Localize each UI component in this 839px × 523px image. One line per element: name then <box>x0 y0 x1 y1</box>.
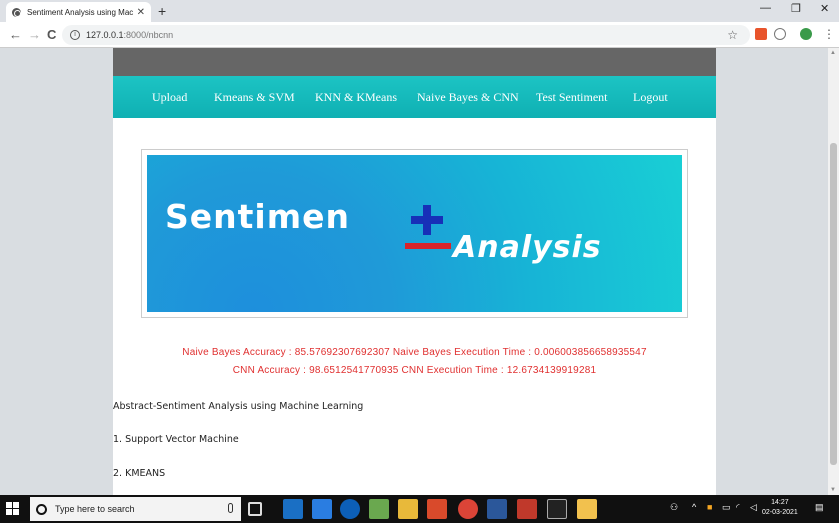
sentiment-analysis-banner: Sentimen Analysis <box>147 155 682 312</box>
banner-word-analysis: Analysis <box>453 230 602 265</box>
windows-start-icon[interactable] <box>6 502 20 516</box>
extension-icon[interactable] <box>774 28 786 40</box>
tray-app-icon[interactable]: ■ <box>707 502 712 512</box>
abstract-text: Abstract-Sentiment Analysis using Machin… <box>113 401 364 412</box>
nav-test-sentiment[interactable]: Test Sentiment <box>536 90 607 105</box>
list-item-kmeans: 2. KMEANS <box>113 468 166 479</box>
microphone-icon[interactable] <box>228 503 233 513</box>
app-icon[interactable] <box>427 499 447 519</box>
plus-sign-icon <box>411 216 443 224</box>
nav-naive-bayes-cnn[interactable]: Naive Bayes & CNN <box>417 90 519 105</box>
url-host: 127.0.0.1 <box>86 30 124 40</box>
minimize-button[interactable]: — <box>760 2 771 14</box>
terminal-icon[interactable] <box>547 499 567 519</box>
page-container: Upload Kmeans & SVM KNN & KMeans Naive B… <box>113 48 716 495</box>
extension-icon[interactable] <box>755 28 767 40</box>
clock-date: 02-03-2021 <box>762 509 798 516</box>
globe-icon <box>12 7 21 17</box>
volume-icon[interactable]: ◁ <box>750 502 757 513</box>
header-band <box>113 48 716 76</box>
scroll-up-arrow-icon[interactable]: ▲ <box>830 50 836 56</box>
notepad-icon[interactable] <box>577 499 597 519</box>
nav-knn-kmeans[interactable]: KNN & KMeans <box>315 90 397 105</box>
url-path: :8000/nbcnn <box>123 30 174 40</box>
browser-titlebar: Sentiment Analysis using Machin ✕ + — ❐ … <box>0 0 839 22</box>
network-icon[interactable]: ◜ <box>736 502 740 513</box>
nav-upload[interactable]: Upload <box>152 90 187 105</box>
profile-avatar-icon[interactable] <box>800 28 812 40</box>
new-tab-button[interactable]: + <box>158 3 166 19</box>
banner-frame: Sentimen Analysis <box>141 149 688 318</box>
info-icon[interactable]: i <box>70 30 80 40</box>
forward-arrow-icon[interactable]: → <box>28 27 41 42</box>
page-viewport: Upload Kmeans & SVM KNN & KMeans Naive B… <box>0 48 828 495</box>
menu-icon[interactable]: ⋮ <box>823 27 835 41</box>
clock-time: 14:27 <box>771 499 789 506</box>
chevron-up-icon[interactable]: ^ <box>692 502 696 512</box>
cortana-icon <box>36 503 47 515</box>
chrome-icon[interactable] <box>458 499 478 519</box>
scroll-down-arrow-icon[interactable]: ▼ <box>830 487 836 493</box>
windows-taskbar: Type here to search ⚇ ^ ■ ▭ ◜ ◁ 14:27 02… <box>0 495 839 523</box>
restore-button[interactable]: ❐ <box>791 2 801 15</box>
address-toolbar: ← → C i 127.0.0.1:8000/nbcnn ☆ ⋮ <box>0 22 839 48</box>
search-placeholder: Type here to search <box>55 504 135 514</box>
nav-kmeans-svm[interactable]: Kmeans & SVM <box>214 90 295 105</box>
minus-sign-icon <box>405 243 451 249</box>
file-explorer-icon[interactable] <box>398 499 418 519</box>
main-nav: Upload Kmeans & SVM KNN & KMeans Naive B… <box>113 76 716 118</box>
url-field[interactable]: i 127.0.0.1:8000/nbcnn ☆ <box>62 25 750 45</box>
browser-tab[interactable]: Sentiment Analysis using Machin ✕ <box>6 2 151 22</box>
list-item-svm: 1. Support Vector Machine <box>113 434 239 445</box>
app-icon[interactable] <box>369 499 389 519</box>
scrollbar-thumb[interactable] <box>830 143 837 465</box>
battery-icon[interactable]: ▭ <box>722 502 731 513</box>
taskbar-search-box[interactable]: Type here to search <box>30 497 241 521</box>
people-icon[interactable]: ⚇ <box>670 502 678 513</box>
system-clock[interactable]: 14:27 02-03-2021 <box>762 498 798 518</box>
naive-bayes-result: Naive Bayes Accuracy : 85.57692307692307… <box>182 347 647 358</box>
vertical-scrollbar[interactable]: ▲ ▼ <box>828 48 839 495</box>
tab-title: Sentiment Analysis using Machin <box>27 7 133 17</box>
mail-icon[interactable] <box>283 499 303 519</box>
store-icon[interactable] <box>312 499 332 519</box>
reload-icon[interactable]: C <box>47 27 56 42</box>
notification-icon[interactable]: ▤ <box>815 502 824 513</box>
cnn-result: CNN Accuracy : 98.6512541770935 CNN Exec… <box>232 365 597 376</box>
task-view-icon[interactable] <box>248 502 262 516</box>
app-icon[interactable] <box>517 499 537 519</box>
word-icon[interactable] <box>487 499 507 519</box>
edge-browser-icon[interactable] <box>340 499 360 519</box>
back-arrow-icon[interactable]: ← <box>9 27 22 42</box>
tab-close-icon[interactable]: ✕ <box>137 7 145 18</box>
banner-word-sentiment: Sentimen <box>165 197 350 236</box>
nav-logout[interactable]: Logout <box>633 90 668 105</box>
window-close-button[interactable]: ✕ <box>820 2 829 15</box>
bookmark-star-icon[interactable]: ☆ <box>727 28 738 42</box>
